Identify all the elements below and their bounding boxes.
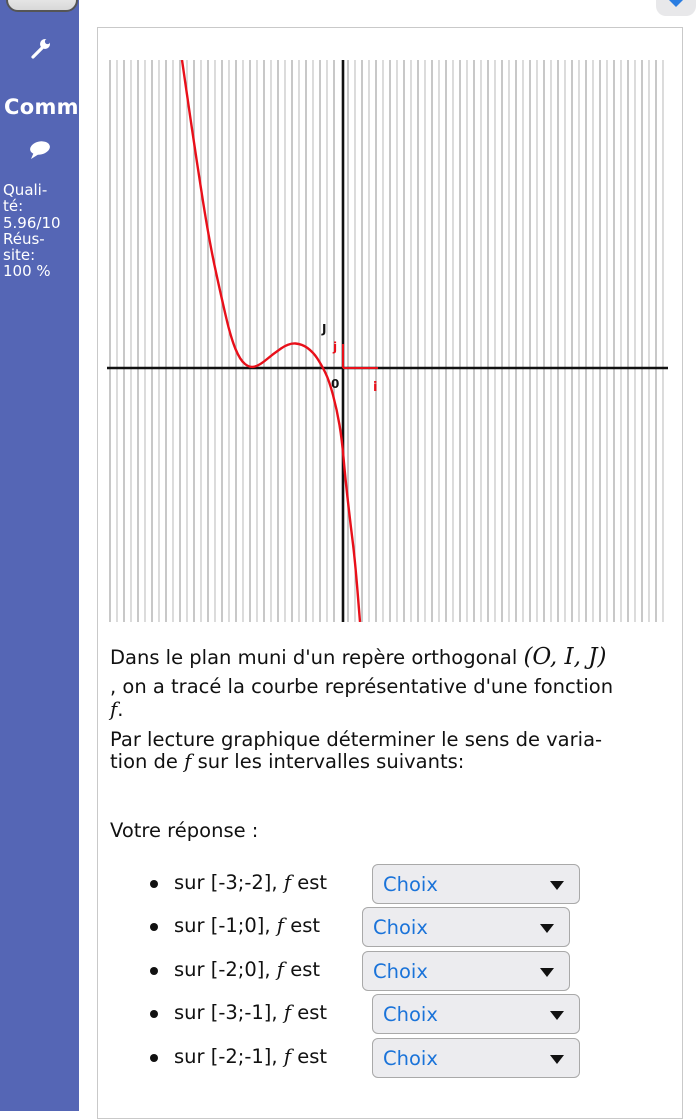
comments-label[interactable]: Comm bbox=[4, 95, 79, 119]
interval-label: sur [-3;-1], f est bbox=[174, 1001, 327, 1025]
chevron-down-icon bbox=[540, 968, 554, 977]
interval-label: sur [-2;-1], f est bbox=[174, 1045, 327, 1069]
problem-line-1: Dans le plan muni d'un repère orthogonal… bbox=[110, 646, 670, 669]
math-f: f bbox=[283, 871, 292, 894]
label-j: j bbox=[332, 340, 337, 354]
interval-text: sur [-3;-2], bbox=[174, 871, 278, 894]
wrench-icon[interactable] bbox=[30, 36, 52, 60]
est-text: est bbox=[290, 914, 321, 937]
select-value: Choix bbox=[373, 960, 428, 983]
select-value: Choix bbox=[383, 873, 438, 896]
chevron-down-icon bbox=[540, 924, 554, 933]
stats-line: Quali- bbox=[3, 181, 48, 199]
chevron-down-icon bbox=[550, 1011, 564, 1020]
select-value: Choix bbox=[373, 916, 428, 939]
math-f: f bbox=[283, 1001, 292, 1024]
problem-line-5: tion de f sur les intervalles suivants: bbox=[110, 751, 670, 773]
stats-line: té: bbox=[3, 197, 24, 216]
grid-lines bbox=[109, 60, 664, 622]
variation-select[interactable]: Choix bbox=[362, 907, 570, 947]
variation-select[interactable]: Choix bbox=[372, 1038, 580, 1078]
bullet bbox=[150, 967, 158, 975]
problem-text: tion de bbox=[110, 750, 178, 773]
problem-text: sur les intervalles suivants: bbox=[197, 750, 465, 773]
math-f: f bbox=[283, 1045, 292, 1068]
select-value: Choix bbox=[383, 1047, 438, 1070]
interval-text: sur [-2;-1], bbox=[174, 1045, 278, 1068]
problem-line-4: Par lecture graphique déterminer le sens… bbox=[110, 729, 670, 751]
sidebar: Comm Quali- té: 5.96/10 Réus- site: 100 … bbox=[0, 0, 79, 1111]
top-dropdown-button[interactable] bbox=[656, 0, 696, 16]
variation-select[interactable]: Choix bbox=[372, 994, 580, 1034]
interval-label: sur [-1;0], f est bbox=[174, 914, 320, 938]
stats-line: 5.96/10 bbox=[3, 213, 61, 232]
comment-bubble-icon[interactable] bbox=[29, 140, 51, 160]
bullet bbox=[150, 1010, 158, 1018]
chevron-down-icon bbox=[669, 0, 683, 7]
chevron-down-icon bbox=[550, 1055, 564, 1064]
interval-label: sur [-2;0], f est bbox=[174, 958, 320, 982]
bullet bbox=[150, 923, 158, 931]
est-text: est bbox=[290, 958, 321, 981]
stats-line: Réus- bbox=[3, 229, 45, 248]
stats-line: 100 % bbox=[3, 262, 51, 281]
function-graph: J j 0 i bbox=[107, 60, 668, 622]
interval-text: sur [-3;-1], bbox=[174, 1001, 278, 1024]
interval-text: sur [-2;0], bbox=[174, 958, 271, 981]
est-text: est bbox=[297, 871, 328, 894]
est-text: est bbox=[297, 1045, 328, 1068]
label-i: i bbox=[373, 380, 377, 395]
problem-line-2: , on a tracé la courbe représentative d'… bbox=[110, 676, 670, 698]
math-repere: (O, I, J) bbox=[523, 644, 607, 670]
math-f: f bbox=[276, 914, 284, 937]
variation-select[interactable]: Choix bbox=[372, 864, 580, 904]
label-J: J bbox=[321, 322, 326, 336]
est-text: est bbox=[297, 1001, 328, 1024]
quality-stats: Quali- té: 5.96/10 Réus- site: 100 % bbox=[3, 182, 61, 280]
bullet bbox=[150, 880, 158, 888]
problem-text: Dans le plan muni d'un repère orthogonal bbox=[110, 646, 518, 669]
chevron-down-icon bbox=[550, 881, 564, 890]
label-origin: 0 bbox=[331, 377, 339, 391]
interval-label: sur [-3;-2], f est bbox=[174, 871, 327, 895]
select-value: Choix bbox=[383, 1003, 438, 1026]
problem-text: , on a tracé la courbe représentative d'… bbox=[110, 675, 614, 698]
math-f: f bbox=[276, 958, 284, 981]
problem-dot: . bbox=[117, 698, 124, 721]
math-f: f bbox=[184, 750, 192, 773]
interval-text: sur [-1;0], bbox=[174, 914, 271, 937]
problem-line-3: f. bbox=[110, 699, 670, 721]
variation-select[interactable]: Choix bbox=[362, 951, 570, 991]
stats-line: site: bbox=[3, 246, 36, 265]
sidebar-top-button[interactable] bbox=[6, 0, 78, 12]
answer-heading: Votre réponse : bbox=[110, 819, 259, 842]
bullet bbox=[150, 1054, 158, 1062]
problem-text: Par lecture graphique déterminer le sens… bbox=[110, 728, 603, 751]
